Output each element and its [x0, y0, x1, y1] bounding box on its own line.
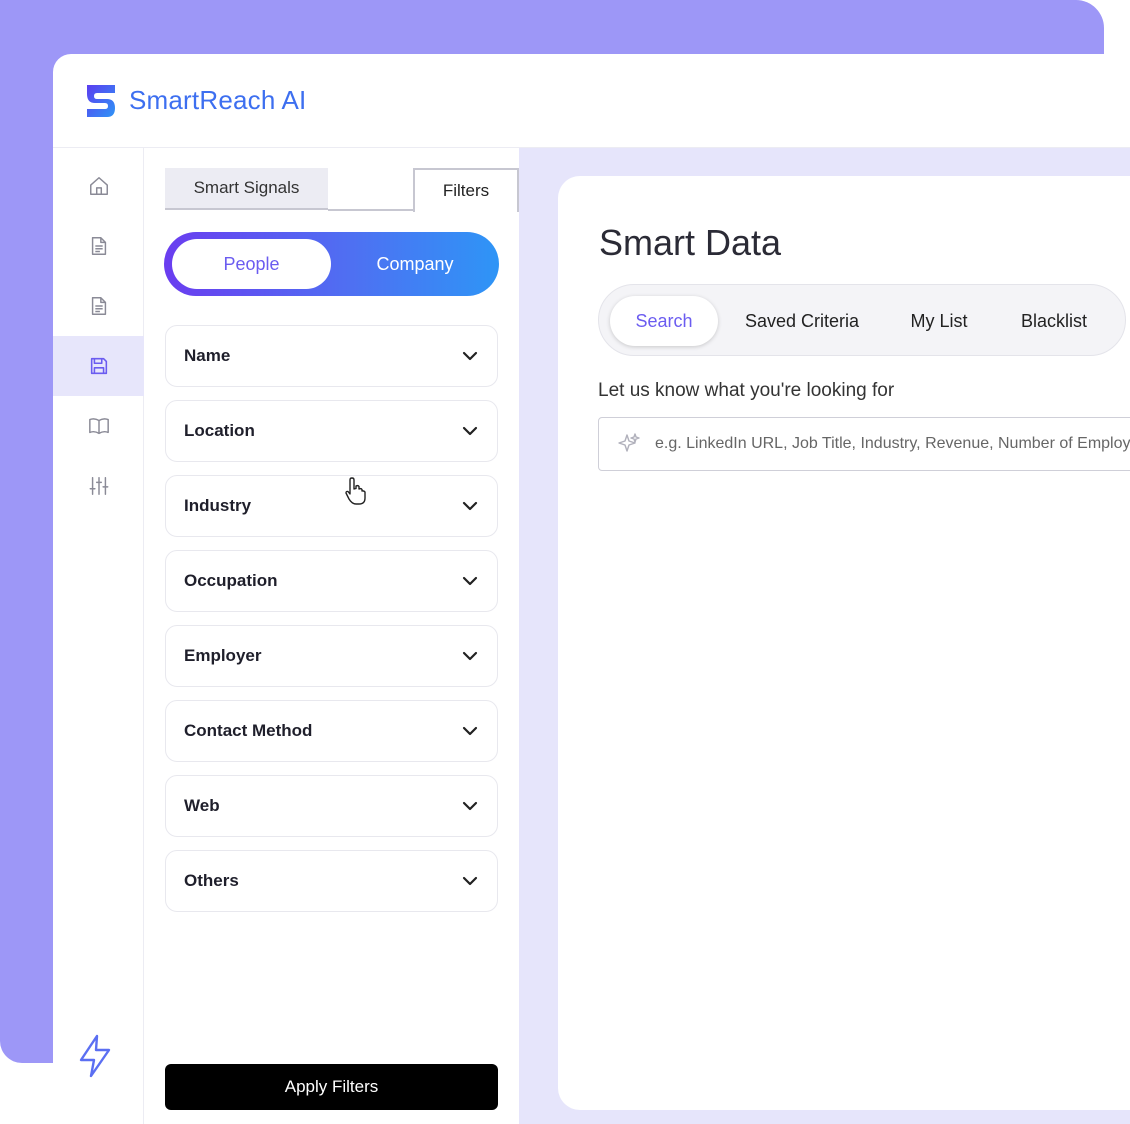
people-company-toggle: People Company	[164, 232, 499, 296]
chevron-down-icon	[462, 501, 478, 511]
filter-employer[interactable]: Employer	[165, 625, 498, 687]
apply-filters-button[interactable]: Apply Filters	[165, 1064, 498, 1110]
brand-name: SmartReach AI	[129, 85, 307, 115]
filter-location[interactable]: Location	[165, 400, 498, 462]
hand-cursor-icon	[345, 477, 366, 505]
filter-contact-method[interactable]: Contact Method	[165, 700, 498, 762]
filter-label: Web	[184, 796, 220, 815]
app-header: SmartReach AI	[53, 54, 1130, 148]
document-icon	[91, 297, 106, 315]
filter-panel: Smart Signals Filters People Company Nam…	[145, 148, 519, 1124]
tab-saved-criteria[interactable]: Saved Criteria	[732, 296, 872, 346]
filter-others[interactable]: Others	[165, 850, 498, 912]
document-icon	[91, 237, 106, 255]
filter-label: Industry	[184, 496, 252, 515]
sparkle-icon	[618, 433, 640, 452]
smartreach-logo-icon	[87, 84, 115, 117]
filter-label: Location	[184, 421, 255, 440]
chevron-down-icon	[462, 651, 478, 661]
rail-item-settings[interactable]	[53, 456, 144, 516]
filter-panel-tabs: Smart Signals Filters	[165, 168, 519, 212]
book-open-icon	[88, 418, 109, 435]
save-icon	[90, 357, 107, 375]
toggle-company[interactable]: Company	[339, 239, 491, 289]
rail-item-reports[interactable]	[53, 276, 144, 336]
chevron-down-icon	[462, 801, 478, 811]
left-rail	[53, 148, 144, 1124]
filter-label: Occupation	[184, 571, 278, 590]
search-input[interactable]	[655, 435, 1130, 453]
search-prompt: Let us know what you're looking for	[598, 380, 895, 401]
search-box	[598, 417, 1130, 471]
filter-label: Name	[184, 346, 231, 365]
app-window: SmartReach AI Smart Signals Filters Peop…	[53, 54, 1130, 1124]
home-icon	[89, 177, 108, 195]
tab-my-list[interactable]: My List	[889, 296, 989, 346]
tab-smart-signals[interactable]: Smart Signals	[165, 168, 328, 210]
tab-blacklist[interactable]: Blacklist	[1002, 296, 1106, 346]
rail-item-library[interactable]	[53, 396, 144, 456]
filter-web[interactable]: Web	[165, 775, 498, 837]
sliders-icon	[89, 477, 108, 495]
chevron-down-icon	[462, 726, 478, 736]
chevron-down-icon	[462, 426, 478, 436]
chevron-down-icon	[462, 876, 478, 886]
tab-divider	[328, 209, 414, 211]
toggle-people[interactable]: People	[172, 239, 331, 289]
lightning-icon[interactable]	[77, 1034, 113, 1078]
smart-data-card: Smart Data Search Saved Criteria My List…	[558, 176, 1130, 1110]
tab-search[interactable]: Search	[610, 296, 718, 346]
filter-label: Others	[184, 871, 239, 890]
main-tabs: Search Saved Criteria My List Blacklist	[598, 284, 1126, 356]
tab-filters[interactable]: Filters	[413, 168, 519, 212]
rail-item-smart-data[interactable]	[53, 336, 144, 396]
rail-item-documents[interactable]	[53, 216, 144, 276]
chevron-down-icon	[462, 351, 478, 361]
rail-item-home[interactable]	[53, 156, 144, 216]
filter-label: Contact Method	[184, 721, 313, 740]
page-title: Smart Data	[599, 222, 782, 263]
filter-name[interactable]: Name	[165, 325, 498, 387]
chevron-down-icon	[462, 576, 478, 586]
filter-industry[interactable]: Industry	[165, 475, 498, 537]
filter-label: Employer	[184, 646, 262, 665]
filter-occupation[interactable]: Occupation	[165, 550, 498, 612]
